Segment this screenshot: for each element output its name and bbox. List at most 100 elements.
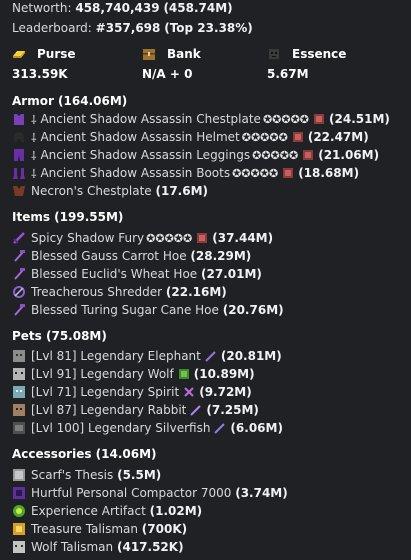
inventory-item[interactable]: Treacherous Shredder (22.16M) (12, 283, 227, 301)
item-value: (18.68M) (298, 166, 360, 180)
item-value: (7.25M) (206, 403, 259, 417)
item-name: Spicy Shadow Fury (31, 231, 145, 245)
wolf-head-icon (13, 368, 25, 380)
accessory-item[interactable]: Scarf's Thesis (5.5M) (12, 466, 161, 484)
accessory-item[interactable]: Hurtful Personal Compactor 7000 (3.74M) (12, 484, 288, 502)
armor-item[interactable]: ⸸ Ancient Shadow Assassin Leggings ✪✪✪✪✪ … (12, 146, 379, 164)
item-value: (24.51M) (329, 112, 390, 126)
item-name: Ancient Shadow Assassin Leggings (40, 148, 251, 162)
item-value: (3.74M) (235, 486, 288, 500)
item-name: [Lvl 87] Legendary Rabbit (31, 403, 187, 417)
item-value: (700K) (141, 522, 188, 536)
hoe-icon (14, 304, 25, 316)
pet-item-icon (184, 387, 194, 397)
item-name: Ancient Shadow Assassin Chestplate (40, 112, 261, 126)
chestplate-icon (14, 114, 24, 125)
item-name: Experience Artifact (31, 504, 146, 518)
item-value: (417.52K) (116, 540, 184, 554)
accessory-item[interactable]: Wolf Talisman (417.52K) (12, 538, 184, 556)
purse-label: Purse (37, 47, 76, 61)
reforge-stone-icon (314, 114, 325, 124)
accessory-item[interactable]: Treasure Talisman (700K) (12, 520, 187, 538)
item-value: (22.47M) (307, 130, 369, 144)
networth-value: 458,740,439 (75, 1, 160, 15)
bank-label: Bank (167, 47, 201, 61)
helmet-icon (14, 132, 24, 142)
shredder-icon (13, 286, 25, 298)
pet-item[interactable]: [Lvl 100] Legendary Silverfish (6.06M) (12, 419, 283, 437)
treasure-talisman-icon (13, 523, 25, 535)
pet-item[interactable]: [Lvl 91] Legendary Wolf (10.89M) (12, 365, 255, 383)
item-value: (20.76M) (222, 303, 284, 317)
pet-item[interactable]: [Lvl 81] Legendary Elephant (20.81M) (12, 347, 282, 365)
reforge-stone-icon (303, 150, 314, 160)
pet-item[interactable]: [Lvl 87] Legendary Rabbit (7.25M) (12, 401, 259, 419)
dagger-prefix: ⸸ (31, 112, 37, 127)
pet-item-icon (178, 369, 189, 379)
item-name: Scarf's Thesis (31, 468, 114, 482)
armor-item[interactable]: ⸸ Ancient Shadow Assassin Helmet ✪✪✪✪✪ (2… (12, 128, 369, 146)
essence-label: Essence (292, 47, 347, 61)
item-value: (9.72M) (199, 385, 252, 399)
pet-item-icon (190, 405, 202, 416)
leaderboard-rank: #357,698 (95, 21, 161, 35)
sword-icon (13, 232, 25, 244)
item-name: Hurtful Personal Compactor 7000 (31, 486, 232, 500)
armor-item[interactable]: Necron's Chestplate (17.6M) (12, 182, 208, 200)
star-rating: ✪✪✪✪✪ (252, 148, 299, 162)
essence-value: 5.67M (267, 67, 309, 81)
reforge-stone-icon (197, 233, 208, 243)
leaderboard-top: (Top 23.38%) (164, 21, 253, 35)
armor-item[interactable]: ⸸ Ancient Shadow Assassin Chestplate ✪✪✪✪… (12, 110, 390, 128)
star-rating: ✪✪✪✪✪ (232, 166, 279, 180)
wither-skull-icon (269, 49, 279, 59)
inventory-item[interactable]: Blessed Gauss Carrot Hoe (28.29M) (12, 247, 251, 265)
inventory-item[interactable]: Spicy Shadow Fury ✪✪✪✪✪ (37.44M) (12, 229, 273, 247)
items-header: Items (199.55M) (12, 210, 124, 224)
pet-item[interactable]: [Lvl 71] Legendary Spirit (9.72M) (12, 383, 252, 401)
item-name: Blessed Euclid's Wheat Hoe (31, 267, 198, 281)
networth-label: Networth: (12, 1, 72, 15)
scarf-thesis-icon (13, 469, 25, 481)
item-value: (17.6M) (155, 184, 209, 198)
item-name: Wolf Talisman (31, 540, 114, 554)
item-value: (6.06M) (230, 421, 283, 435)
bank-stat: Bank N/A + 0 (142, 45, 201, 81)
networth-panel: Networth: 458,740,439 (458.74M) Leaderbo… (0, 0, 411, 560)
silverfish-head-icon (13, 422, 25, 434)
item-value: (5.5M) (117, 468, 162, 482)
reforge-stone-icon (292, 132, 303, 142)
item-name: Blessed Turing Sugar Cane Hoe (31, 303, 219, 317)
purse-stat: Purse 313.59K (12, 45, 76, 81)
item-name: [Lvl 71] Legendary Spirit (31, 385, 180, 399)
purse-value: 313.59K (12, 67, 68, 81)
item-value: (28.29M) (190, 249, 252, 263)
rabbit-head-icon (13, 404, 25, 416)
gold-ingot-icon (13, 51, 25, 58)
bank-value: N/A + 0 (142, 67, 193, 81)
item-name: Necron's Chestplate (31, 184, 152, 198)
item-value: (22.16M) (165, 285, 227, 299)
accessory-item[interactable]: Experience Artifact (1.02M) (12, 502, 202, 520)
item-value: (21.06M) (318, 148, 380, 162)
stats-row: Purse 313.59K Bank N/A + 0 Essence 5.67M (12, 45, 402, 85)
item-value: (37.44M) (212, 231, 274, 245)
armor-header: Armor (164.06M) (12, 94, 128, 108)
essence-stat: Essence 5.67M (267, 45, 346, 81)
inventory-item[interactable]: Blessed Turing Sugar Cane Hoe (20.76M) (12, 301, 284, 319)
inventory-item[interactable]: Blessed Euclid's Wheat Hoe (27.01M) (12, 265, 262, 283)
star-rating: ✪✪✪✪✪ (241, 130, 288, 144)
star-rating: ✪✪✪✪✪ (262, 112, 310, 126)
leaderboard-label: Leaderboard: (12, 21, 92, 35)
item-name: [Lvl 91] Legendary Wolf (31, 367, 174, 381)
wolf-talisman-icon (13, 541, 25, 553)
item-value: (10.89M) (193, 367, 255, 381)
item-name: Ancient Shadow Assassin Boots (40, 166, 231, 180)
compactor-icon (13, 487, 25, 499)
pets-header: Pets (75.08M) (12, 329, 107, 343)
spirit-head-icon (13, 386, 25, 398)
networth-short: (458.74M) (163, 1, 233, 15)
item-value: (27.01M) (201, 267, 262, 281)
armor-item[interactable]: ⸸ Ancient Shadow Assassin Boots ✪✪✪✪✪ (18… (12, 164, 359, 182)
chest-icon (143, 49, 155, 60)
